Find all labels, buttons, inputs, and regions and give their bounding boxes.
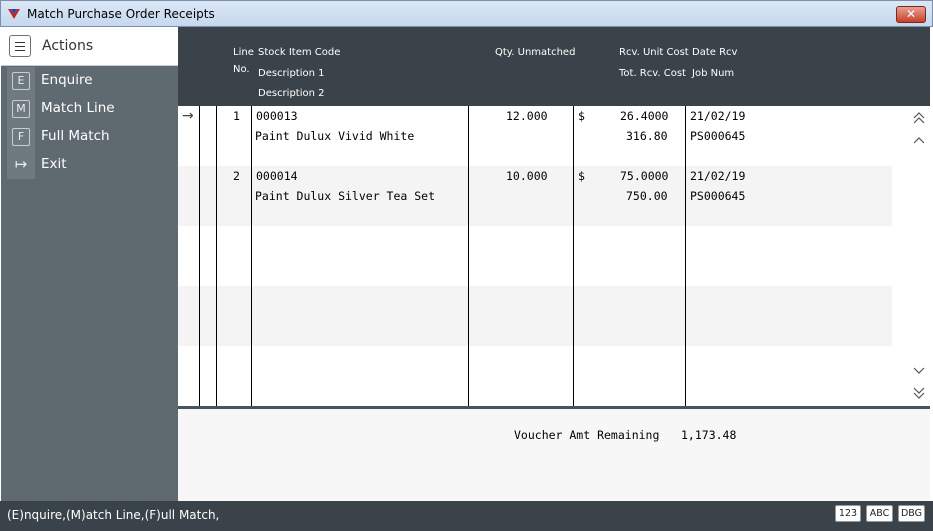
grid-body: → 1 000013 Paint Dulux Vivid White 12.00… bbox=[178, 106, 908, 407]
action-label: Full Match bbox=[41, 128, 110, 144]
scroll-down-icon[interactable] bbox=[911, 362, 927, 378]
actions-title: Actions bbox=[42, 38, 94, 54]
empty-row bbox=[178, 226, 892, 286]
col-header-desc2[interactable]: Description 2 bbox=[258, 88, 325, 99]
window-title: Match Purchase Order Receipts bbox=[27, 7, 215, 21]
capslock-indicator: ABC bbox=[866, 505, 893, 522]
cell-code: 000013 bbox=[256, 109, 298, 123]
action-full-match[interactable]: F Full Match bbox=[1, 123, 178, 151]
cell-code: 000014 bbox=[256, 169, 298, 183]
action-label: Enquire bbox=[41, 72, 93, 88]
voucher-amt-label: Voucher Amt Remaining bbox=[514, 428, 660, 442]
actions-header[interactable]: Actions bbox=[1, 27, 178, 66]
vertical-scroller[interactable] bbox=[908, 106, 930, 407]
column-divider bbox=[216, 106, 217, 407]
cell-qty: 10.000 bbox=[506, 169, 548, 183]
scroll-up-icon[interactable] bbox=[911, 133, 927, 149]
scroll-top-icon[interactable] bbox=[911, 110, 927, 126]
col-header-desc1[interactable]: Description 1 bbox=[258, 68, 325, 79]
cell-tot-cost: 750.00 bbox=[626, 189, 668, 203]
cell-qty: 12.000 bbox=[506, 109, 548, 123]
col-header-qty[interactable]: Qty. Unmatched bbox=[495, 47, 575, 58]
col-header-job[interactable]: Job Num bbox=[692, 68, 734, 79]
col-header-tot-cost[interactable]: Tot. Rcv. Cost bbox=[619, 68, 686, 79]
col-header-line[interactable]: Line bbox=[233, 47, 254, 58]
cell-tot-cost: 316.80 bbox=[626, 129, 668, 143]
cell-unit-cost: 26.4000 bbox=[620, 109, 669, 123]
cell-job: PS000645 bbox=[690, 189, 746, 203]
cell-job: PS000645 bbox=[690, 129, 746, 143]
col-header-unit-cost[interactable]: Rcv. Unit Cost bbox=[619, 47, 689, 58]
action-label: Match Line bbox=[41, 100, 115, 116]
debug-indicator: DBG bbox=[898, 505, 925, 522]
grid-header: Line No. Stock Item Code Description 1 D… bbox=[178, 27, 930, 106]
exit-icon: ↦ bbox=[14, 155, 28, 173]
numlock-indicator: 123 bbox=[835, 505, 861, 522]
title-bar: Match Purchase Order Receipts ✕ bbox=[0, 0, 933, 27]
column-divider bbox=[685, 106, 686, 407]
column-divider bbox=[468, 106, 469, 407]
column-divider bbox=[573, 106, 574, 407]
totals-footer: Voucher Amt Remaining 1,173.48 bbox=[178, 409, 930, 501]
empty-row bbox=[178, 346, 892, 406]
status-bar: (E)nquire,(M)atch Line,(F)ull Match, 123… bbox=[0, 501, 933, 531]
actions-sidebar: Actions E Enquire M Match Line F Full Ma… bbox=[1, 27, 178, 501]
action-enquire[interactable]: E Enquire bbox=[1, 67, 178, 95]
cell-line: 1 bbox=[233, 109, 240, 123]
current-row-arrow-icon: → bbox=[182, 108, 194, 124]
scroll-bottom-icon[interactable] bbox=[911, 385, 927, 401]
key-m-icon: M bbox=[12, 100, 30, 118]
column-divider bbox=[251, 106, 252, 407]
action-exit[interactable]: ↦ Exit bbox=[1, 151, 178, 179]
cell-currency: $ bbox=[578, 109, 585, 123]
col-header-date[interactable]: Date Rcv bbox=[692, 47, 737, 58]
col-header-stock-code[interactable]: Stock Item Code bbox=[258, 47, 340, 58]
voucher-amt-value: 1,173.48 bbox=[681, 428, 737, 442]
cell-line: 2 bbox=[233, 169, 240, 183]
close-button[interactable]: ✕ bbox=[896, 6, 926, 23]
shortcut-hint: (E)nquire,(M)atch Line,(F)ull Match, bbox=[7, 508, 220, 522]
menu-icon[interactable] bbox=[9, 35, 31, 57]
empty-row bbox=[178, 286, 892, 346]
app-logo-icon bbox=[8, 9, 20, 19]
action-label: Exit bbox=[41, 156, 67, 172]
key-e-icon: E bbox=[12, 72, 30, 90]
column-divider bbox=[199, 106, 200, 407]
key-f-icon: F bbox=[12, 128, 30, 146]
cell-date: 21/02/19 bbox=[690, 169, 746, 183]
cell-desc1: Paint Dulux Silver Tea Set bbox=[255, 189, 436, 203]
action-match-line[interactable]: M Match Line bbox=[1, 95, 178, 123]
cell-desc1: Paint Dulux Vivid White bbox=[255, 129, 415, 143]
cell-unit-cost: 75.0000 bbox=[620, 169, 669, 183]
cell-date: 21/02/19 bbox=[690, 109, 746, 123]
cell-currency: $ bbox=[578, 169, 585, 183]
col-header-no[interactable]: No. bbox=[233, 64, 250, 75]
